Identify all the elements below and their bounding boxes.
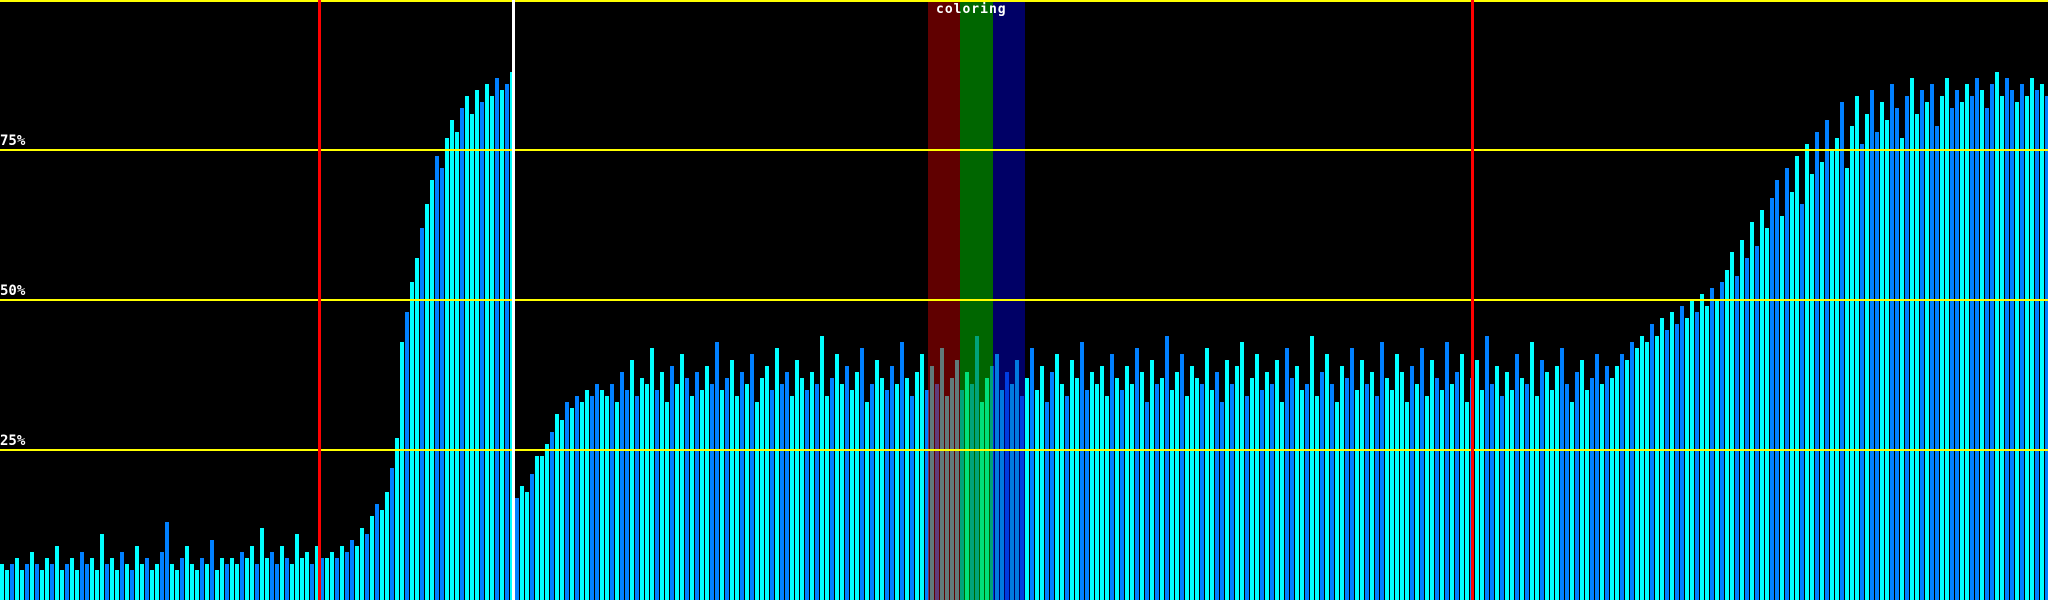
- coloring-annotation: coloring: [936, 2, 1007, 17]
- performance-graph: coloring 75% 50% 25%: [0, 0, 2048, 600]
- axis-label-75: 75%: [0, 133, 26, 149]
- axis-label-25: 25%: [0, 433, 26, 449]
- labels-layer: coloring 75% 50% 25%: [0, 0, 2048, 600]
- axis-label-50: 50%: [0, 283, 26, 299]
